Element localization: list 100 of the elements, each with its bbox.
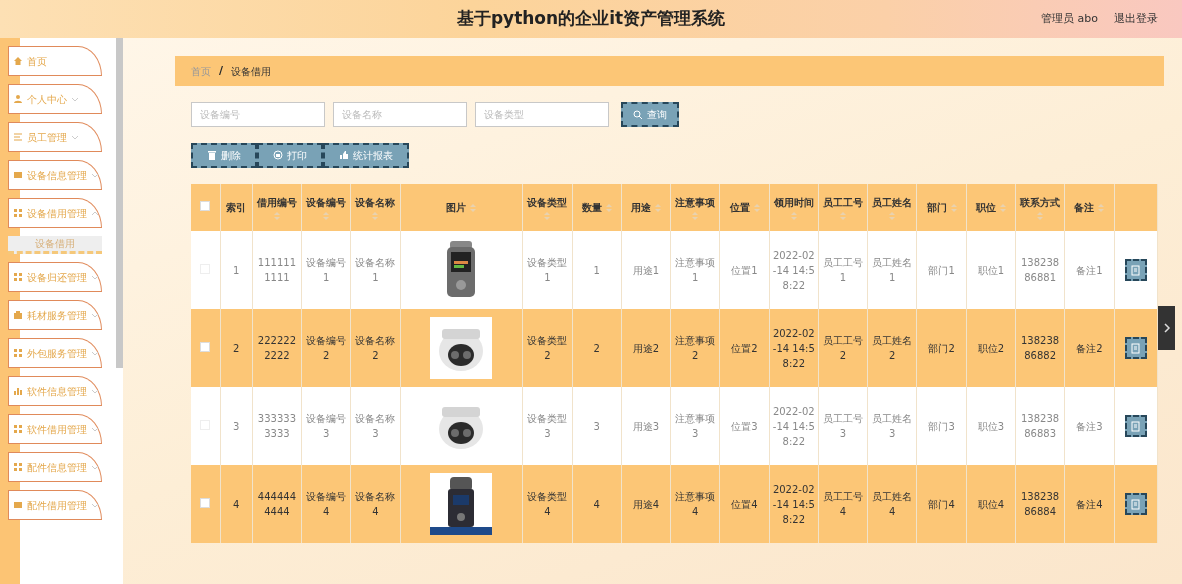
chevron-down-icon [91,425,99,433]
chevron-right-icon [1162,323,1171,333]
breadcrumb-separator: / [219,62,224,79]
table-cell: 员工姓名4 [872,491,913,517]
chevron-down-icon [91,273,99,281]
table-cell: 3 [593,420,600,432]
table-cell: 设备类型1 [527,257,568,283]
chevron-down-icon [71,133,79,141]
grid-icon [13,272,23,282]
table-cell: 设备编号4 [306,491,347,517]
search-field[interactable]: 设备名称 [333,102,467,127]
table-cell: 设备编号3 [306,413,347,439]
table-cell: 员工姓名3 [872,413,913,439]
chevron-down-icon [91,311,99,319]
table-cell: 2222222222 [257,335,297,361]
table-cell: 13823886882 [1021,335,1060,361]
sort-icon [544,212,551,220]
app-title: 基于python的企业it资产管理系统 [456,8,726,29]
chevron-down-icon [91,463,99,471]
table-cell: 3333333333 [257,413,297,439]
user-name: 管理员 abo [1041,10,1098,27]
bag-icon [13,310,23,320]
sort-icon [1037,212,1044,220]
table-cell: 2022-02-14 14:58:22 [772,405,815,447]
card-icon [13,500,23,510]
table-cell: 职位3 [977,420,1004,432]
table-cell: 注意事项3 [675,413,716,439]
table-cell: 注意事项4 [675,491,716,517]
table-cell: 1111111111 [257,257,297,283]
scrollbar[interactable] [116,38,123,368]
home-icon [13,56,23,66]
grid-icon [13,208,23,218]
table-cell: 职位4 [977,498,1004,510]
thumbs-up-icon [339,150,349,161]
column-header[interactable]: 图片 [446,200,477,215]
table-cell: 13823886883 [1021,413,1060,439]
column-header[interactable]: 位置 [729,200,760,215]
sort-icon [273,212,280,220]
table-cell: 位置3 [731,420,758,432]
table-cell: 设备编号2 [306,335,347,361]
card-icon [13,170,23,180]
table-cell: 2022-02-14 14:58:22 [772,483,815,525]
table-cell: 员工姓名1 [872,257,913,283]
sort-icon [790,212,797,220]
grid-icon [13,462,23,472]
document-icon [1131,264,1141,276]
table-cell: 1 [593,264,600,276]
drawer-toggle[interactable] [1158,306,1175,350]
table-cell: 用途4 [632,498,660,510]
table-cell: 职位2 [977,342,1004,354]
detail-button[interactable] [1124,259,1147,281]
column-header[interactable]: 部门 [926,200,957,215]
sort-icon [840,212,847,220]
table-cell: 设备名称4 [355,491,396,517]
sort-icon [692,212,699,220]
table-cell: 位置1 [731,264,758,276]
sort-icon [1098,204,1105,212]
table-cell: 部门3 [928,420,955,432]
column-header[interactable]: 职位 [975,200,1006,215]
table-cell: 4 [593,498,600,510]
checkbox[interactable] [200,341,211,352]
person-icon [13,94,23,104]
document-icon [1131,420,1141,432]
bar-chart-icon [13,386,23,396]
table-cell: 设备名称3 [355,413,396,439]
grid-icon [13,424,23,434]
table-cell: 部门2 [928,342,955,354]
table-cell: 部门4 [928,498,955,510]
sort-icon [605,204,612,212]
checkbox[interactable] [200,497,211,508]
column-header[interactable]: 备注 [1074,200,1105,215]
table-cell: 13823886881 [1021,257,1060,283]
table-cell: 设备类型3 [527,413,568,439]
chevron-down-icon [91,349,99,357]
table-cell: 职位1 [977,264,1004,276]
sort-icon [372,212,379,220]
search-icon [633,109,643,120]
sort-icon [470,204,477,212]
table-cell: 员工工号2 [823,335,864,361]
document-icon [1131,342,1141,354]
chevron-down-icon [91,387,99,395]
chevron-down-icon [71,95,79,103]
column-header[interactable]: 数量 [581,200,612,215]
detail-button[interactable] [1124,337,1147,359]
sort-icon [999,204,1006,212]
sort-icon [950,204,957,212]
logout-link[interactable]: 退出登录 [1114,10,1158,28]
table-cell: 注意事项1 [675,257,716,283]
table-cell: 员工工号1 [823,257,864,283]
table-cell: 2 [593,342,600,354]
chevron-down-icon [91,171,99,179]
checkbox[interactable] [200,201,211,211]
column-header[interactable]: 用途 [630,200,661,215]
table-cell: 4444444444 [257,491,297,517]
table-cell: 设备名称1 [355,257,396,283]
printer-icon [273,150,283,161]
detail-button[interactable] [1124,493,1147,515]
search-field[interactable]: 设备编号 [191,102,325,127]
detail-button[interactable] [1124,415,1147,437]
table-cell: 备注4 [1076,498,1103,510]
